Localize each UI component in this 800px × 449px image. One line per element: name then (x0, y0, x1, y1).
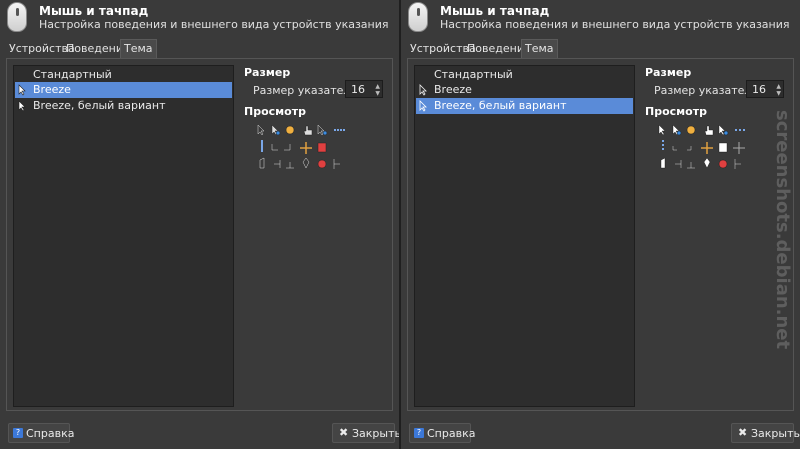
skull-cursor-icon (718, 142, 728, 153)
close-button-label: Закрыть (352, 427, 399, 440)
spin-down-icon[interactable]: ▼ (375, 91, 380, 97)
pointing-hand-icon (303, 125, 313, 136)
move-cursor-icon (300, 142, 312, 154)
hand-open-icon (259, 157, 265, 169)
wait-cursor-icon (686, 125, 696, 135)
list-item-label: Breeze (434, 83, 472, 96)
cursor-icon (18, 100, 26, 112)
cursor-icon (18, 84, 26, 96)
close-icon: ✖ (738, 426, 748, 439)
help-button-label: Справка (26, 427, 75, 440)
preview-heading: Просмотр (244, 105, 306, 118)
close-button[interactable]: ✖ Закрыть (731, 423, 800, 443)
split-h-icon (274, 160, 281, 168)
help-icon: ? (13, 428, 23, 438)
list-item[interactable]: Стандартный (15, 67, 232, 83)
list-item[interactable]: Breeze (416, 82, 633, 98)
pointing-hand-icon (704, 125, 714, 136)
list-item-label: Стандартный (434, 68, 513, 81)
help-badge-icon (723, 130, 729, 136)
resize-diag-icon (271, 144, 278, 151)
size-heading: Размер (244, 66, 291, 79)
close-button[interactable]: ✖ Закрыть (332, 423, 399, 443)
resize-diag2-icon (687, 146, 692, 151)
crosshair-icon (733, 142, 745, 154)
window-title: Мышь и тачпад (39, 4, 149, 18)
help-icon: ? (414, 428, 424, 438)
window-title: Мышь и тачпад (440, 4, 550, 18)
tab-theme[interactable]: Тема (120, 39, 157, 59)
arrow-cursor-icon (257, 124, 265, 136)
split-v-icon (734, 159, 741, 169)
help-button-label: Справка (427, 427, 476, 440)
hand-open-icon (660, 157, 666, 169)
preview-heading: Просмотр (645, 105, 707, 118)
size-spinbox[interactable]: 16 ▲ ▼ (746, 80, 784, 98)
split-h-icon (675, 160, 682, 168)
text-cursor-icon (687, 162, 695, 169)
arrow-cursor-icon (658, 124, 666, 136)
resize-diag-icon (672, 146, 677, 151)
window-subtitle: Настройка поведения и внешнего вида устр… (440, 18, 790, 31)
help-button[interactable]: ? Справка (409, 423, 475, 443)
tab-theme[interactable]: Тема (521, 39, 558, 59)
list-item-selected[interactable]: Breeze, белый вариант (416, 98, 633, 114)
size-value: 16 (752, 83, 766, 96)
busy-dot-icon (275, 130, 281, 136)
busy-dot-icon (676, 130, 682, 136)
size-value: 16 (351, 83, 365, 96)
help-button[interactable]: ? Справка (8, 423, 74, 443)
cursor-preview (257, 124, 346, 169)
list-item-selected[interactable]: Breeze (15, 82, 232, 98)
close-button-label: Закрыть (751, 427, 800, 440)
wait-cursor-icon (285, 125, 295, 135)
spin-down-icon[interactable]: ▼ (776, 91, 781, 97)
pencil-icon (703, 157, 711, 169)
header: Мышь и тачпад Настройка поведения и внеш… (401, 0, 800, 36)
list-item[interactable]: Breeze, белый вариант (15, 98, 232, 114)
forbidden-drag-icon (317, 142, 327, 153)
not-allowed-icon (317, 159, 327, 169)
window-subtitle: Настройка поведения и внешнего вида устр… (39, 18, 389, 31)
size-heading: Размер (645, 66, 692, 79)
list-item-label: Breeze, белый вариант (33, 99, 166, 112)
move-cursor-icon (701, 142, 713, 154)
theme-list[interactable]: Стандартный Breeze Breeze, белый вариант (13, 65, 234, 407)
watermark: screenshots.debian.net (772, 110, 793, 350)
mouse-icon (7, 2, 27, 32)
header: Мышь и тачпад Настройка поведения и внеш… (0, 0, 399, 36)
pencil-icon (302, 157, 310, 169)
close-icon: ✖ (339, 426, 349, 439)
cursor-icon (419, 84, 427, 96)
theme-list[interactable]: Стандартный Breeze Breeze, белый вариант (414, 65, 635, 407)
text-cursor-icon (286, 162, 294, 169)
not-allowed-icon (718, 159, 728, 169)
split-v-icon (333, 159, 340, 169)
cursor-icon (419, 100, 427, 112)
window-left: Мышь и тачпад Настройка поведения и внеш… (0, 0, 399, 449)
window-right: Мышь и тачпад Настройка поведения и внеш… (401, 0, 800, 449)
help-badge-icon (322, 130, 328, 136)
list-item-label: Breeze (33, 83, 71, 96)
resize-diag2-icon (284, 144, 291, 151)
list-item-label: Breeze, белый вариант (434, 99, 567, 112)
mouse-icon (408, 2, 428, 32)
size-spinbox[interactable]: 16 ▲ ▼ (345, 80, 383, 98)
cursor-preview (658, 124, 747, 169)
list-item-label: Стандартный (33, 68, 112, 81)
list-item[interactable]: Стандартный (416, 67, 633, 83)
